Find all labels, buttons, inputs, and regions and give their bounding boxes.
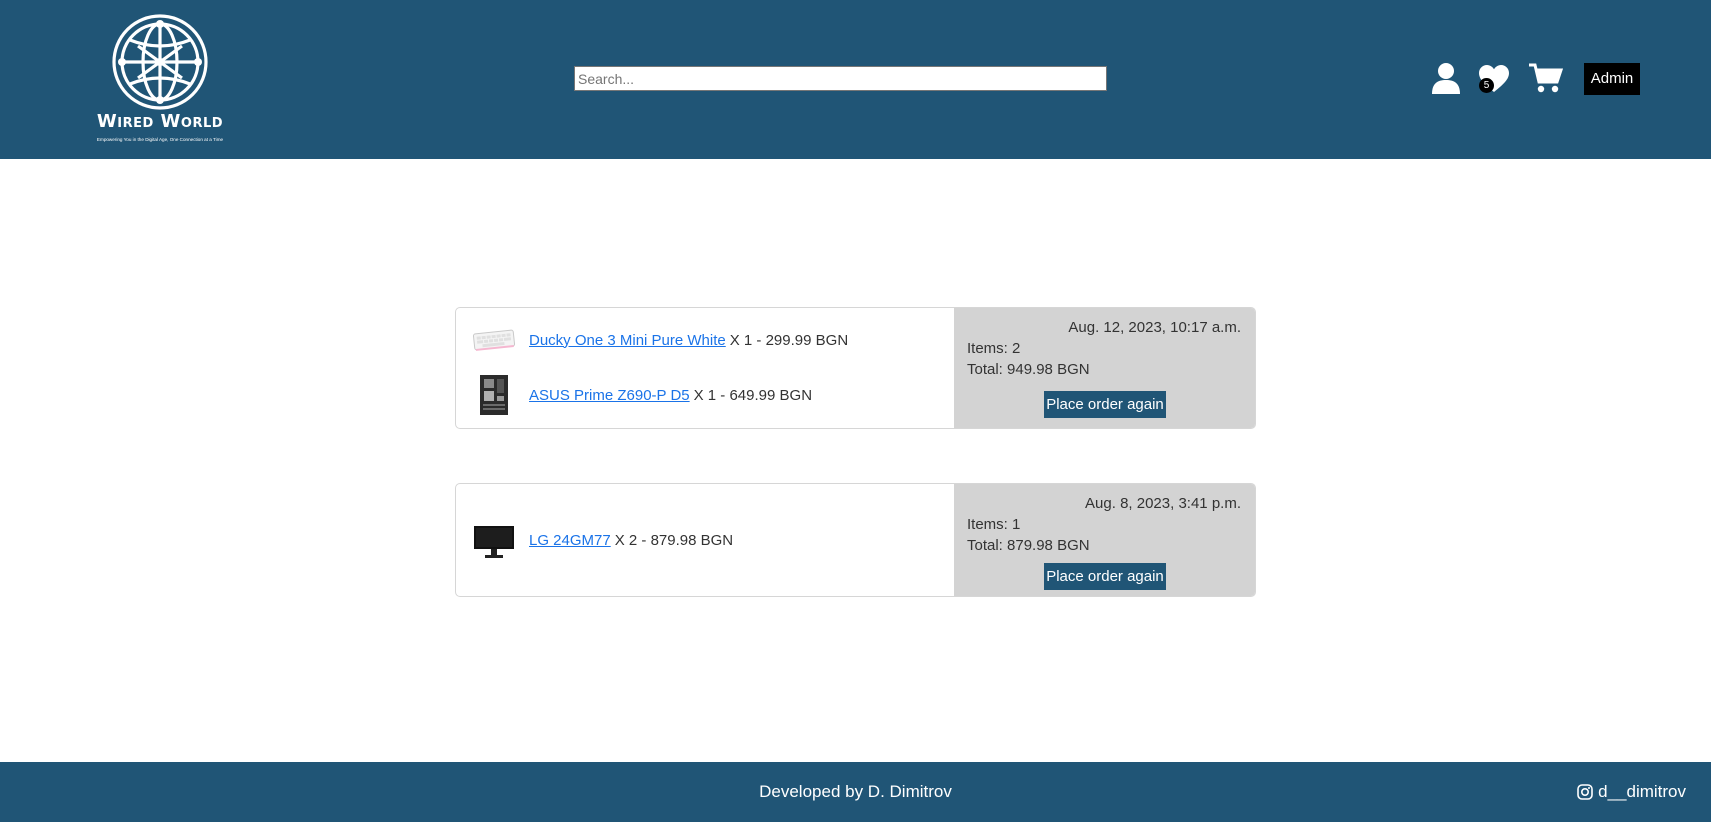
order-summary: Aug. 12, 2023, 10:17 a.m. Items: 2 Total…	[954, 308, 1255, 428]
item-quantity-price: X 1 - 649.99 BGN	[693, 386, 813, 404]
search-input[interactable]	[574, 66, 1107, 91]
order-items-count: Items: 1	[967, 516, 1021, 533]
product-link[interactable]: LG 24GM77	[529, 532, 611, 549]
instagram-handle: d__dimitrov	[1598, 782, 1686, 801]
order-item: ASUS Prime Z690-P D5 X 1 - 649.99 BGN	[472, 373, 812, 417]
order-total: Total: 949.98 BGN	[967, 361, 1090, 378]
cart-icon[interactable]	[1528, 62, 1563, 94]
item-quantity-price: X 1 - 299.99 BGN	[729, 331, 849, 349]
order-date: Aug. 12, 2023, 10:17 a.m.	[1068, 319, 1241, 336]
order-items-count: Items: 2	[967, 340, 1021, 357]
place-order-again-button[interactable]: Place order again	[1044, 391, 1166, 418]
place-order-again-button[interactable]: Place order again	[1044, 563, 1166, 590]
motherboard-thumbnail[interactable]	[472, 373, 516, 417]
order-items-list: Ducky One 3 Mini Pure White X 1 - 299.99…	[456, 308, 954, 428]
site-footer: Developed by D. Dimitrov d__dimitrov	[0, 762, 1711, 822]
logo-title: Wired World	[96, 111, 224, 132]
order-total: Total: 879.98 BGN	[967, 537, 1090, 554]
product-link[interactable]: ASUS Prime Z690-P D5	[529, 387, 690, 404]
admin-button[interactable]: Admin	[1584, 63, 1640, 95]
user-icon[interactable]	[1432, 62, 1460, 94]
instagram-link[interactable]: d__dimitrov	[1577, 762, 1686, 822]
order-item: LG 24GM77 X 2 - 879.98 BGN	[472, 518, 733, 562]
instagram-icon	[1577, 784, 1593, 800]
globe-logo-icon	[112, 14, 208, 110]
order-item: Ducky One 3 Mini Pure White X 1 - 299.99…	[472, 318, 848, 362]
wishlist-count-badge: 5	[1479, 78, 1494, 93]
site-header: Wired World Empowering You in the Digita…	[0, 0, 1711, 159]
keyboard-thumbnail[interactable]	[472, 318, 516, 362]
logo-tagline: Empowering You in the Digital Age, One C…	[96, 137, 224, 142]
order-summary: Aug. 8, 2023, 3:41 p.m. Items: 1 Total: …	[954, 484, 1255, 596]
item-quantity-price: X 2 - 879.98 BGN	[614, 531, 734, 549]
order-items-list: LG 24GM77 X 2 - 879.98 BGN	[456, 484, 954, 596]
order-card: LG 24GM77 X 2 - 879.98 BGN Aug. 8, 2023,…	[455, 483, 1256, 597]
monitor-thumbnail[interactable]	[472, 518, 516, 562]
product-link[interactable]: Ducky One 3 Mini Pure White	[529, 332, 726, 349]
footer-credit: Developed by D. Dimitrov	[759, 782, 952, 801]
order-card: Ducky One 3 Mini Pure White X 1 - 299.99…	[455, 307, 1256, 429]
site-logo[interactable]: Wired World Empowering You in the Digita…	[70, 10, 250, 150]
order-date: Aug. 8, 2023, 3:41 p.m.	[1085, 495, 1241, 512]
